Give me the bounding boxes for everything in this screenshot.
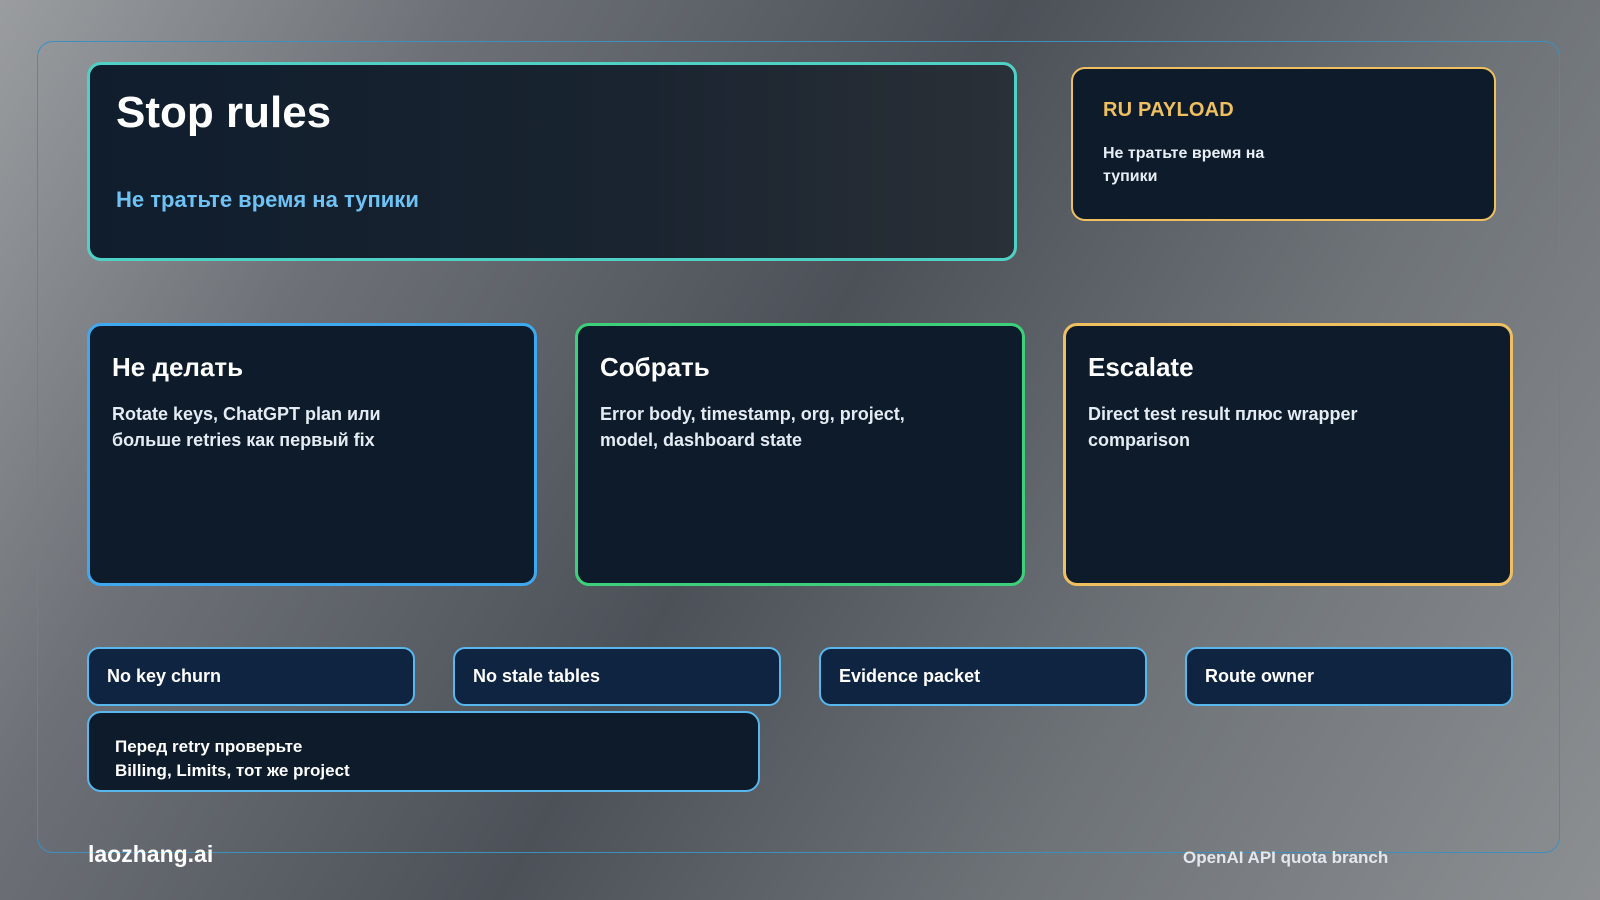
collect-card: Собрать Error body, timestamp, org, proj… — [575, 323, 1025, 586]
dont-do-card: Не делать Rotate keys, ChatGPT plan или … — [87, 323, 537, 586]
tag-evidence-packet: Evidence packet — [819, 647, 1147, 706]
tag-no-stale-tables: No stale tables — [453, 647, 781, 706]
footer-caption: OpenAI API quota branch — [1183, 848, 1389, 867]
retry-note: Перед retry проверьте Billing, Limits, т… — [87, 711, 760, 792]
escalate-card: Escalate Direct test result плюс wrapper… — [1063, 323, 1513, 586]
page-title: Stop rules — [116, 88, 332, 137]
hero-card: Stop rules Не тратьте время на тупики — [87, 62, 1017, 261]
brand-logo-text: laozhang.ai — [88, 841, 214, 867]
payload-label: RU PAYLOAD — [1103, 99, 1234, 121]
card-body: Error body, timestamp, org, project, mod… — [600, 404, 905, 450]
tag-route-owner: Route owner — [1185, 647, 1513, 706]
hero-subtitle: Не тратьте время на тупики — [116, 187, 419, 212]
note-line-2: Billing, Limits, тот же project — [115, 761, 350, 780]
card-title: Собрать — [600, 352, 710, 382]
card-title: Escalate — [1088, 352, 1194, 382]
card-body: Rotate keys, ChatGPT plan или больше ret… — [112, 404, 381, 450]
card-body: Direct test result плюс wrapper comparis… — [1088, 404, 1358, 450]
payload-text: Не тратьте время на тупики — [1103, 145, 1265, 185]
note-line-1: Перед retry проверьте — [115, 737, 303, 756]
ru-payload-card: RU PAYLOAD Не тратьте время на тупики — [1071, 67, 1496, 221]
tag-no-key-churn: No key churn — [87, 647, 415, 706]
card-title: Не делать — [112, 352, 244, 382]
